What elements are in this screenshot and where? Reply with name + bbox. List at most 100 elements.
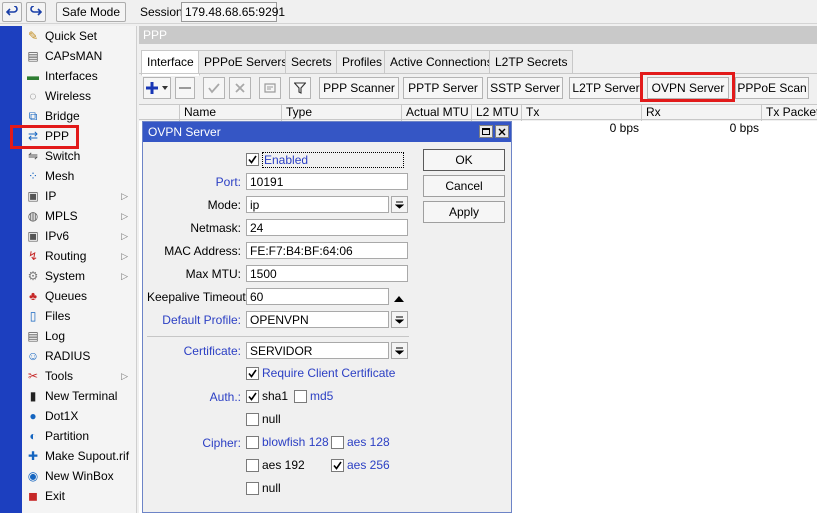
checkmark-icon (333, 461, 342, 470)
enabled-checkbox[interactable] (246, 153, 259, 166)
default-profile-label[interactable]: Default Profile: (147, 313, 241, 327)
sidebar-item-mpls[interactable]: ◍ MPLS ▷ (22, 206, 136, 226)
mode-dropdown[interactable] (391, 196, 408, 213)
pptp-server-button[interactable]: PPTP Server (403, 77, 483, 99)
sidebar-item-interfaces[interactable]: ▬ Interfaces (22, 66, 136, 86)
sidebar-item-queues[interactable]: ♣ Queues (22, 286, 136, 306)
enabled-label[interactable]: Enabled (262, 152, 404, 168)
cipher-null-checkbox[interactable] (246, 482, 259, 495)
port-field[interactable]: 10191 (246, 173, 408, 190)
col-l2-mtu[interactable]: L2 MTU (471, 105, 521, 121)
sidebar-item-ip[interactable]: ▣ IP ▷ (22, 186, 136, 206)
tab-secrets[interactable]: Secrets (285, 50, 338, 74)
cipher-blowfish-checkbox[interactable] (246, 436, 259, 449)
sidebar-menu: ✎ Quick Set ▤ CAPsMAN ▬ Interfaces ◌ Wireless ⧉ B… (22, 26, 137, 513)
sidebar-item-routing[interactable]: ↯ Routing ▷ (22, 246, 136, 266)
close-button[interactable] (495, 125, 509, 138)
system-icon: ⚙ (27, 269, 39, 283)
sidebar-item-label: Partition (45, 429, 90, 443)
auth-sha1-checkbox[interactable] (246, 390, 259, 403)
certificate-dropdown[interactable] (391, 342, 408, 359)
sidebar-item-label: Routing (45, 249, 87, 263)
cipher-aes256-checkbox[interactable] (331, 459, 344, 472)
keepalive-timeout-field[interactable]: 60 (246, 288, 389, 305)
auth-null-checkbox[interactable] (246, 413, 259, 426)
queues-icon: ♣ (29, 289, 37, 303)
sidebar-item-label: Bridge (45, 109, 80, 123)
default-profile-dropdown[interactable] (391, 311, 408, 328)
redo-button[interactable] (26, 2, 46, 22)
sidebar-item-new-terminal[interactable]: ▮ New Terminal (22, 386, 136, 406)
submenu-arrow-icon: ▷ (121, 210, 128, 221)
cancel-button[interactable]: Cancel (423, 175, 505, 197)
sidebar-item-mesh[interactable]: ⁘ Mesh (22, 166, 136, 186)
sidebar-item-label: Mesh (45, 169, 75, 183)
checkmark-icon (248, 392, 257, 401)
disable-button[interactable] (229, 77, 251, 99)
default-profile-select[interactable]: OPENVPN (246, 311, 389, 328)
submenu-arrow-icon: ▷ (121, 190, 128, 201)
sstp-server-button[interactable]: SSTP Server (487, 77, 563, 99)
col-type[interactable]: Type (281, 105, 401, 121)
sidebar-item-ipv6[interactable]: ▣ IPv6 ▷ (22, 226, 136, 246)
cipher-aes192-checkbox[interactable] (246, 459, 259, 472)
col-tx-packet[interactable]: Tx Packet ( (761, 105, 817, 121)
auth-md5-checkbox[interactable] (294, 390, 307, 403)
pppoe-scan-button[interactable]: PPPoE Scan (735, 77, 809, 99)
sidebar-item-wireless[interactable]: ◌ Wireless (22, 86, 136, 106)
dialog-title-bar: OVPN Server (143, 122, 511, 142)
sidebar-item-bridge[interactable]: ⧉ Bridge (22, 106, 136, 126)
sidebar-item-quick-set[interactable]: ✎ Quick Set (22, 26, 136, 46)
maximize-button[interactable] (479, 125, 493, 138)
add-dropdown-button[interactable] (143, 77, 171, 99)
tab-l2tp-secrets[interactable]: L2TP Secrets (489, 50, 574, 74)
netmask-field[interactable]: 24 (246, 219, 408, 236)
sidebar-item-files[interactable]: ▯ Files (22, 306, 136, 326)
mac-address-field[interactable]: FE:F7:B4:BF:64:06 (246, 242, 408, 259)
tab-pppoe-servers[interactable]: PPPoE Servers (198, 50, 294, 74)
sidebar-item-make-supout-rif[interactable]: ✚ Make Supout.rif (22, 446, 136, 466)
filter-button[interactable] (289, 77, 311, 99)
sidebar-item-partition[interactable]: ◐ Partition (22, 426, 136, 446)
comment-button[interactable] (259, 77, 281, 99)
sidebar-item-dot1x[interactable]: ● Dot1X (22, 406, 136, 426)
mode-select[interactable]: ip (246, 196, 389, 213)
files-icon: ▯ (29, 309, 37, 323)
col-rx[interactable]: Rx (641, 105, 761, 121)
port-label[interactable]: Port: (147, 175, 241, 189)
require-client-certificate-label[interactable]: Require Client Certificate (262, 366, 395, 380)
sidebar-item-system[interactable]: ⚙ System ▷ (22, 266, 136, 286)
cipher-label[interactable]: Cipher: (147, 436, 241, 450)
mode-label: Mode: (207, 198, 241, 212)
certificate-label[interactable]: Certificate: (147, 344, 241, 358)
col-actual-mtu[interactable]: Actual MTU (401, 105, 471, 121)
safe-mode-button[interactable]: Safe Mode (56, 2, 126, 22)
sidebar-item-log[interactable]: ▤ Log (22, 326, 136, 346)
tab-active-connections[interactable]: Active Connections (384, 50, 499, 74)
auth-label[interactable]: Auth.: (147, 390, 241, 404)
cipher-aes128-checkbox[interactable] (331, 436, 344, 449)
undo-button[interactable] (2, 2, 22, 22)
terminal-icon: ▮ (29, 389, 37, 403)
sidebar-item-new-winbox[interactable]: ◉ New WinBox (22, 466, 136, 486)
tab-profiles[interactable]: Profiles (336, 50, 389, 74)
certificate-select[interactable]: SERVIDOR (246, 342, 389, 359)
col-name[interactable]: Name (179, 105, 281, 121)
apply-button[interactable]: Apply (423, 201, 505, 223)
session-label: Session: (140, 5, 187, 19)
l2tp-server-button[interactable]: L2TP Server (569, 77, 643, 99)
max-mtu-field[interactable]: 1500 (246, 265, 408, 282)
require-client-certificate-checkbox[interactable] (246, 367, 259, 380)
sidebar-item-tools[interactable]: ✂ Tools ▷ (22, 366, 136, 386)
mpls-icon: ◍ (27, 209, 39, 223)
sidebar-item-exit[interactable]: ◼ Exit (22, 486, 136, 506)
enable-button[interactable] (203, 77, 225, 99)
col-tx[interactable]: Tx (521, 105, 641, 121)
remove-button[interactable] (175, 77, 195, 99)
ok-button[interactable]: OK (423, 149, 505, 171)
sidebar-item-switch[interactable]: ⇋ Switch (22, 146, 136, 166)
sidebar-item-radius[interactable]: ☺ RADIUS (22, 346, 136, 366)
sidebar-item-capsman[interactable]: ▤ CAPsMAN (22, 46, 136, 66)
ppp-scanner-button[interactable]: PPP Scanner (319, 77, 399, 99)
collapse-field-button[interactable] (394, 292, 404, 306)
